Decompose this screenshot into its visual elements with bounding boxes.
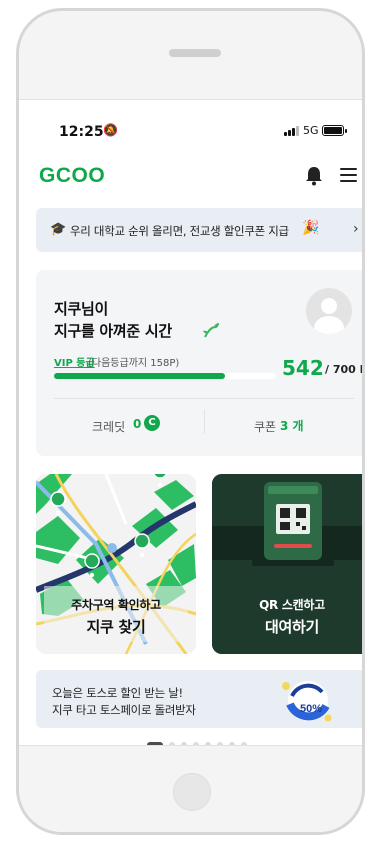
avatar-head [321,298,337,314]
points-max: / 700 P [325,363,362,376]
app-screen: 12:25 🔕 5G GCOO 🎓 우리 대학교 순위 올리면, 전교생 할인쿠… [19,99,362,746]
sprout-icon [203,323,219,338]
credit-label[interactable]: 크레딧 [92,418,125,435]
banner-text: 우리 대학교 순위 올리면, 전교생 할인쿠폰 지급 [70,224,289,238]
card-vertical-divider [204,410,205,434]
find-gcoo-map-tile[interactable]: 주차구역 확인하고 지쿠 찾기 [36,474,196,654]
chevron-right-icon: › [353,221,359,237]
pagination-dot[interactable] [217,742,223,745]
status-bar: 12:25 🔕 5G [19,100,362,140]
phone-bottom-bezel [19,747,362,832]
promo-line1: 오늘은 토스로 할인 받는 날! [52,686,183,700]
home-button[interactable] [173,773,211,811]
avatar[interactable] [306,288,352,334]
network-type: 5G [303,124,319,137]
avatar-body [314,316,344,334]
battery-icon [322,125,347,136]
party-popper-icon: 🎉 [302,220,320,236]
profile-title-line2: 지구를 아껴준 시간 [54,322,172,340]
silent-mode-icon: 🔕 [103,123,118,137]
pagination-dot[interactable] [229,742,235,745]
pagination-dot[interactable] [241,742,247,745]
pagination-dot[interactable] [169,742,175,745]
hamburger-menu-icon[interactable] [340,168,357,182]
discount-badge-text: 50% [300,703,322,715]
pagination-dot[interactable] [193,742,199,745]
speaker-slot [169,49,221,57]
grade-progress-fill [54,373,225,379]
phone-frame: 12:25 🔕 5G GCOO 🎓 우리 대학교 순위 올리면, 전교생 할인쿠… [16,8,365,835]
toss-promo-banner[interactable]: 오늘은 토스로 할인 받는 날! 지쿠 타고 토스페이로 돌려받자 50% [36,670,362,728]
qr-scan-rent-tile[interactable]: QR 스캔하고 대여하기 [212,474,362,654]
bell-icon[interactable] [305,166,323,186]
coupon-label[interactable]: 쿠폰 [254,418,276,435]
pagination-dot[interactable] [147,742,163,745]
promo-line2: 지쿠 타고 토스페이로 돌려받자 [52,703,196,717]
pagination-dot[interactable] [205,742,211,745]
app-header: GCOO [19,158,362,192]
credit-value[interactable]: 0 [133,417,141,431]
gcoo-logo[interactable]: GCOO [39,164,105,188]
vip-next-grade-note: (다음등급까지 158P) [88,358,180,369]
profile-title-line1: 지쿠님이 [54,300,109,318]
qr-tile-line2: 대여하기 [264,618,319,636]
credit-coin-icon: C [144,415,160,431]
status-time: 12:25 [59,124,104,140]
campus-ranking-banner[interactable]: 🎓 우리 대학교 순위 올리면, 전교생 할인쿠폰 지급 🎉 › [36,208,362,252]
coupon-value[interactable]: 3 개 [280,417,304,434]
graduation-cap-icon: 🎓 [50,222,67,237]
discount-badge-icon: 50% [282,681,332,722]
map-tile-line1: 주차구역 확인하고 [71,598,161,612]
phone-top-bezel [19,11,362,99]
pagination-dot[interactable] [181,742,187,745]
points-value: 542 [282,356,324,380]
qr-tile-line1: QR 스캔하고 [259,598,325,612]
grade-progress-bar [54,373,276,379]
card-divider [54,398,354,399]
profile-card: 지쿠님이 지구를 아껴준 시간 VIP 등급 (다음등급까지 158P) 542… [36,270,362,456]
signal-icon [284,126,300,136]
map-tile-line2: 지쿠 찾기 [86,618,146,636]
